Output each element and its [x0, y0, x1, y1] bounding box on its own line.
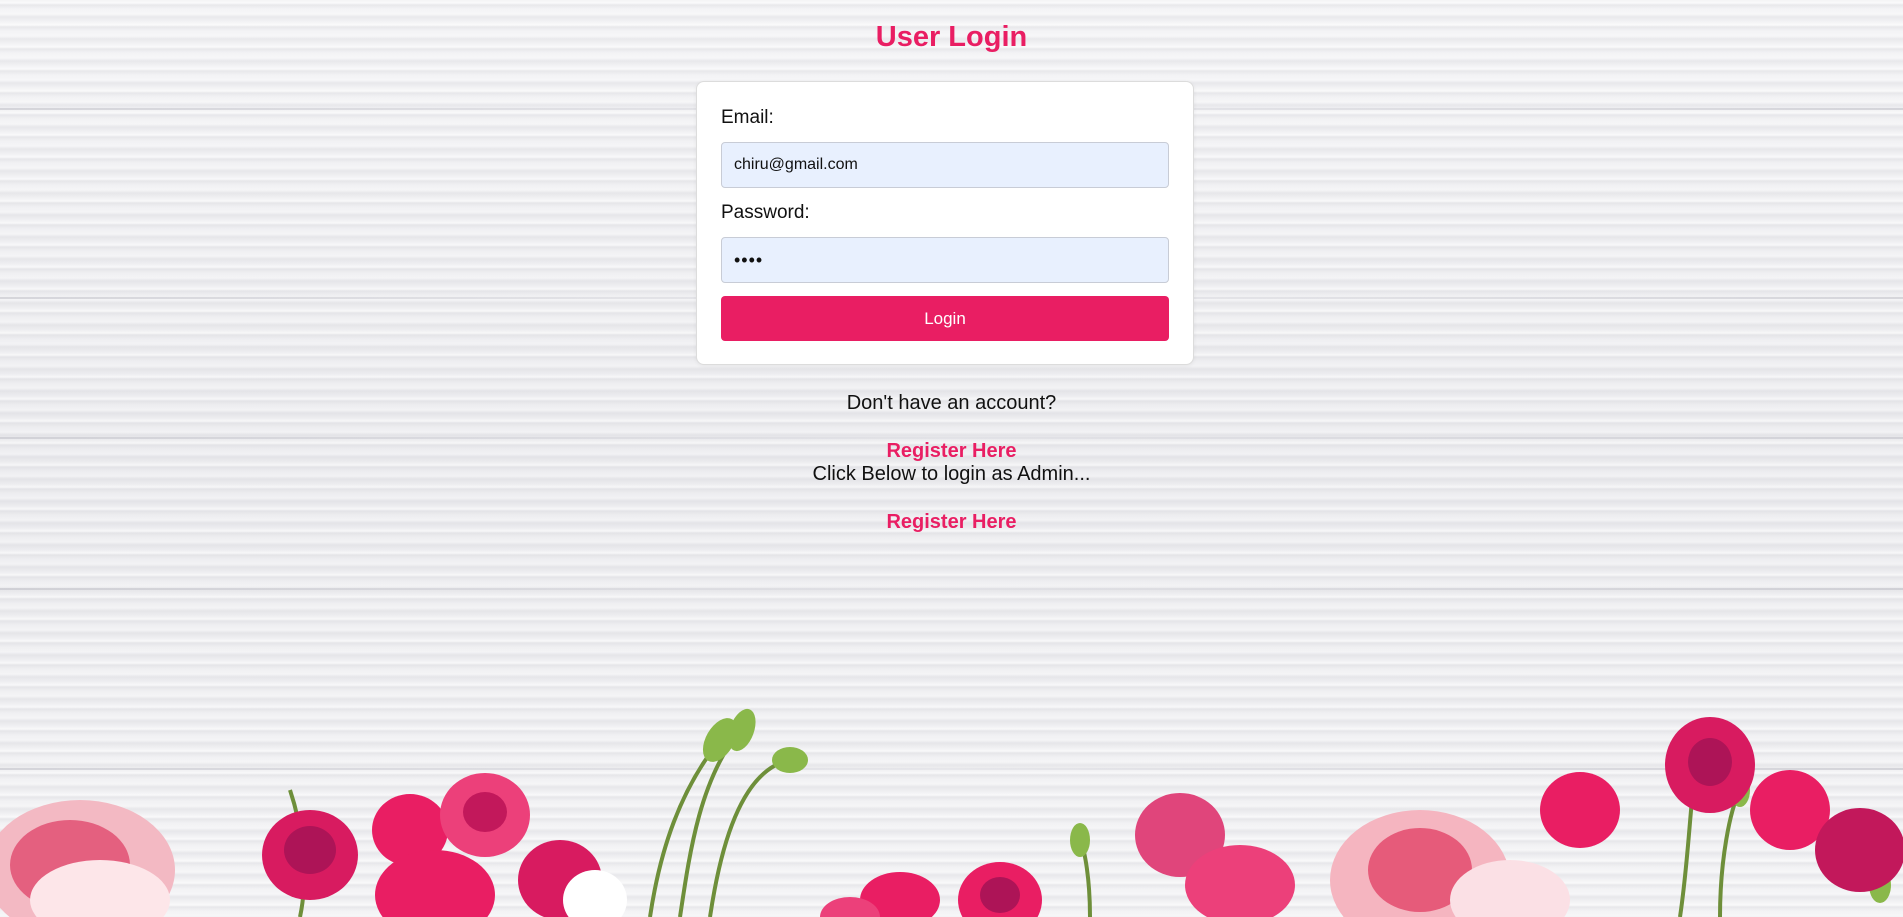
- password-input[interactable]: [721, 237, 1169, 283]
- wood-plank-seam: [0, 588, 1903, 590]
- login-button[interactable]: Login: [721, 296, 1169, 341]
- admin-link-wrapper: Register Here: [0, 510, 1903, 534]
- email-label: Email:: [721, 107, 774, 128]
- register-link[interactable]: Register Here: [886, 440, 1016, 462]
- login-form: Email: Password: Login: [696, 81, 1194, 365]
- rose-flowers: [0, 717, 1903, 917]
- admin-register-link[interactable]: Register Here: [886, 511, 1016, 533]
- login-page: User Login Email: Password: Login Don't …: [0, 0, 1903, 917]
- register-link-wrapper: Register Here: [0, 439, 1903, 463]
- admin-login-text: Click Below to login as Admin...: [812, 463, 1091, 485]
- no-account-text: Don't have an account?: [846, 392, 1057, 414]
- roses-border-image: [0, 708, 1903, 917]
- email-input[interactable]: [721, 142, 1169, 188]
- page-title: User Login: [875, 21, 1028, 53]
- password-label: Password:: [721, 202, 810, 223]
